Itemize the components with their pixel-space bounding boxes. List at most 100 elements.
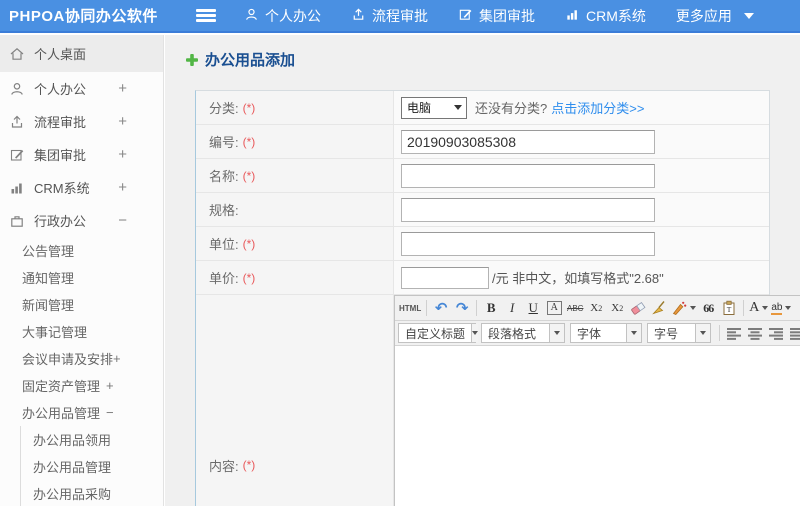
edit-icon (458, 7, 473, 25)
font-size-select[interactable]: 字号 (647, 323, 711, 343)
form-row-price: 单价: (*) /元 非中文，如填写格式"2.68" (196, 261, 769, 295)
sidebar-item-notice-mgmt[interactable]: 通知管理 (0, 264, 163, 291)
expand-icon[interactable]: + (118, 80, 127, 97)
nav-group-approval[interactable]: 集团审批 (458, 6, 535, 26)
undo-icon[interactable]: ↶ (431, 298, 451, 318)
admin-office-submenu: 公告管理 通知管理 新闻管理 大事记管理 会议申请及安排 + 固定资产管理 + … (0, 237, 163, 506)
top-header: PHPOA协同办公软件 个人办公 流程审批 集团审批 CRM系统 更多应用 (0, 0, 800, 33)
sidebar-item-supplies-management[interactable]: 办公用品管理 (21, 453, 163, 480)
source-code-button[interactable]: HTML (398, 298, 422, 318)
user-icon (9, 81, 25, 97)
sidebar-item-supplies-requisition[interactable]: 办公用品领用 (21, 426, 163, 453)
spec-input[interactable] (401, 197, 655, 222)
editor-toolbar-row1: HTML ↶ ↷ B I U A ABC X2 X2 66 T A ab (395, 296, 800, 321)
spec-label: 规格: (209, 203, 239, 218)
nav-crm-system[interactable]: CRM系统 (565, 6, 646, 26)
form-row-code: 编号: (*) (196, 125, 769, 159)
highlight-color-button[interactable]: ab (770, 298, 792, 318)
chart-icon (9, 180, 25, 196)
editor-toolbar-row2: 自定义标题 段落格式 字体 字号 (395, 321, 800, 346)
sidebar-item-meeting-request[interactable]: 会议申请及安排 + (0, 345, 163, 372)
top-nav: 个人办公 流程审批 集团审批 CRM系统 更多应用 (244, 6, 754, 26)
align-right-icon[interactable] (766, 323, 786, 343)
expand-icon[interactable]: + (113, 351, 121, 366)
edit-icon (9, 147, 25, 163)
caret-down-icon (743, 12, 754, 19)
align-left-icon[interactable] (724, 323, 744, 343)
sidebar-item-workflow-approval[interactable]: 流程审批 + (0, 105, 163, 138)
superscript-button[interactable]: X2 (586, 298, 606, 318)
content-label: 内容: (209, 458, 239, 474)
font-format-button[interactable]: A (544, 298, 564, 318)
price-input[interactable] (401, 266, 489, 289)
nav-more-apps[interactable]: 更多应用 (676, 6, 754, 26)
collapse-icon[interactable]: − (106, 405, 114, 420)
caret-down-icon (785, 306, 792, 310)
subscript-button[interactable]: X2 (607, 298, 627, 318)
sidebar-item-news-mgmt[interactable]: 新闻管理 (0, 291, 163, 318)
sidebar-item-office-supplies-mgmt[interactable]: 办公用品管理 − (0, 399, 163, 426)
paragraph-format-select[interactable]: 段落格式 (481, 323, 565, 343)
sidebar-item-supplies-purchase[interactable]: 办公用品采购 (21, 480, 163, 506)
sidebar-item-group-approval[interactable]: 集团审批 + (0, 138, 163, 171)
collapse-icon[interactable]: − (118, 212, 127, 229)
app-logo: PHPOA协同办公软件 (9, 8, 158, 25)
workflow-icon (9, 114, 25, 130)
editor-content-area[interactable] (395, 346, 800, 506)
form-row-spec: 规格: (196, 193, 769, 227)
sidebar-item-label: 个人桌面 (34, 47, 87, 62)
sidebar-item-memorabilia-mgmt[interactable]: 大事记管理 (0, 318, 163, 345)
sidebar-item-announcement-mgmt[interactable]: 公告管理 (0, 237, 163, 264)
price-label: 单价: (209, 271, 239, 286)
category-label: 分类: (209, 101, 239, 116)
redo-icon[interactable]: ↷ (452, 298, 472, 318)
broom-format-icon[interactable] (649, 298, 669, 318)
sidebar-item-admin-office[interactable]: 行政办公 − (0, 204, 163, 237)
sidebar-item-fixed-assets-mgmt[interactable]: 固定资产管理 + (0, 372, 163, 399)
strikethrough-button[interactable]: ABC (565, 298, 585, 318)
menu-toggle-button[interactable] (196, 9, 216, 22)
add-category-link[interactable]: 点击添加分类>> (551, 98, 644, 117)
page-title-text: 办公用品添加 (205, 52, 296, 69)
form-row-content: 内容: (*) HTML ↶ ↷ B I U A ABC X 2 X 2 66 … (196, 295, 800, 506)
rich-text-editor: HTML ↶ ↷ B I U A ABC X2 X2 66 T A ab 自定义… (394, 295, 800, 506)
blockquote-button[interactable]: 66 (698, 298, 718, 318)
expand-icon[interactable]: + (118, 113, 127, 130)
nav-label: 更多应用 (675, 7, 732, 24)
align-center-icon[interactable] (745, 323, 765, 343)
nav-personal-office[interactable]: 个人办公 (244, 6, 321, 26)
code-input[interactable] (401, 129, 655, 154)
sidebar-item-personal-desktop[interactable]: 个人桌面 (0, 35, 163, 72)
bold-button[interactable]: B (481, 298, 501, 318)
custom-heading-select[interactable]: 自定义标题 (398, 323, 479, 343)
sidebar-item-crm-system[interactable]: CRM系统 + (0, 171, 163, 204)
user-icon (244, 7, 259, 25)
form-row-name: 名称: (*) (196, 159, 769, 193)
underline-button[interactable]: U (523, 298, 543, 318)
workflow-icon (351, 7, 366, 25)
required-mark: (*) (242, 168, 256, 183)
home-icon (9, 46, 25, 62)
sidebar-item-personal-office[interactable]: 个人办公 + (0, 72, 163, 105)
toolbar-separator (743, 300, 745, 316)
font-color-button[interactable]: A (748, 298, 769, 318)
expand-icon[interactable]: + (118, 146, 127, 163)
category-select[interactable]: 电脑 (401, 96, 467, 119)
required-mark: (*) (242, 270, 256, 285)
paste-as-text-icon[interactable]: T (719, 298, 739, 318)
required-mark: (*) (242, 458, 256, 472)
sidebar-item-label: 流程审批 (34, 115, 87, 130)
eraser-icon[interactable] (628, 298, 648, 318)
required-mark: (*) (242, 134, 256, 149)
expand-icon[interactable]: + (118, 179, 127, 196)
italic-button[interactable]: I (502, 298, 522, 318)
unit-input[interactable] (401, 231, 655, 256)
align-justify-icon[interactable] (787, 323, 800, 343)
font-family-select[interactable]: 字体 (570, 323, 642, 343)
select-caret-icon (549, 324, 564, 342)
expand-icon[interactable]: + (106, 378, 114, 393)
paintbrush-icon[interactable] (670, 298, 697, 318)
code-label: 编号: (209, 135, 239, 150)
nav-workflow-approval[interactable]: 流程审批 (351, 6, 428, 26)
name-input[interactable] (401, 163, 655, 188)
